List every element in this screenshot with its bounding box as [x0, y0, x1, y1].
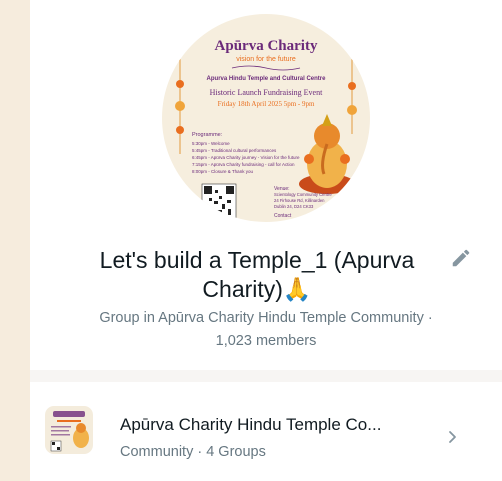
avatar-brand-text: Apūrva Charity [215, 38, 318, 54]
pencil-icon[interactable] [450, 247, 472, 269]
avatar-programme-line: 8:00pm - Closure & Thank you [192, 169, 253, 174]
group-subtitle: Group in Apūrva Charity Hindu Temple Com… [30, 307, 502, 353]
avatar-venue-line: Scientology Community Centre [274, 192, 332, 197]
avatar-programme-line: 5:30pm - Welcome [192, 141, 230, 146]
avatar-tagline-text: vision for the future [236, 56, 296, 63]
avatar-date-text: Friday 18th April 2025 5pm - 9pm [218, 100, 315, 108]
avatar-contact-heading: Contact [274, 213, 292, 219]
avatar-programme-heading: Programme: [192, 132, 223, 138]
avatar-event-text: Historic Launch Fundraising Event [210, 88, 323, 97]
group-info-panel: Apūrva Charity vision for the future Apu… [30, 0, 502, 481]
community-avatar [45, 406, 93, 454]
avatar-temple-text: Apurva Hindu Temple and Cultural Centre [207, 76, 327, 82]
group-community-line: Group in Apūrva Charity Hindu Temple Com… [99, 310, 433, 326]
group-member-count: 1,023 members [215, 333, 317, 349]
community-row[interactable]: Apūrva Charity Hindu Temple Co... Commun… [30, 382, 502, 481]
avatar-venue-line: Dublin 24, D24 CK33 [274, 204, 314, 209]
qr-code [201, 183, 237, 219]
avatar-programme-line: 5:45pm - Traditional cultural performanc… [192, 148, 277, 153]
group-info-card: Apūrva Charity vision for the future Apu… [30, 0, 502, 370]
avatar-programme-line: 7:15pm - Apūrva Charity fundraising - ca… [192, 162, 295, 167]
chevron-right-icon[interactable] [444, 429, 460, 445]
community-name: Apūrva Charity Hindu Temple Co... [120, 415, 382, 434]
group-avatar[interactable]: Apūrva Charity vision for the future Apu… [162, 14, 370, 222]
group-title: Let's build a Temple_1 (Apurva Charity)🙏 [99, 247, 415, 302]
community-meta: Community · 4 Groups [120, 444, 266, 460]
avatar-venue-line: 24 Firhouse Rd, Killinarden [274, 198, 325, 203]
avatar-programme-line: 6:45pm - Apūrva Charity journey - Vision… [192, 155, 300, 160]
